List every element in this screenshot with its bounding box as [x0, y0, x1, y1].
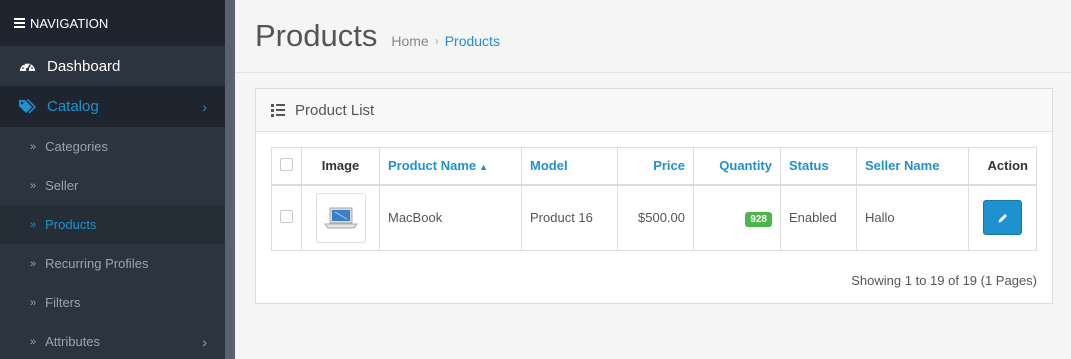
breadcrumb-home-link[interactable]: Home — [391, 33, 428, 49]
navigation-header-label: NAVIGATION — [30, 15, 109, 31]
column-header-price[interactable]: Price — [617, 147, 694, 186]
table-header-row: Image Product Name ▲ Model Price Quantity… — [271, 147, 1037, 186]
double-chevron-icon: » — [30, 257, 37, 270]
product-image-cell — [301, 184, 380, 251]
sidebar-item-label: Recurring Profiles — [45, 256, 149, 271]
chevron-right-icon: › — [202, 333, 207, 350]
sidebar-item-label: Catalog — [47, 98, 99, 115]
double-chevron-icon: » — [30, 218, 37, 231]
double-chevron-icon: » — [30, 296, 37, 309]
breadcrumb-separator-icon: › — [434, 34, 439, 48]
sidebar-item-label: Seller — [45, 178, 79, 193]
column-header-action: Action — [968, 147, 1037, 186]
sidebar-item-label: Products — [45, 217, 97, 232]
sidebar-divider — [225, 0, 235, 359]
column-header-product-name[interactable]: Product Name ▲ — [379, 147, 522, 186]
laptop-icon — [323, 207, 358, 229]
edit-button[interactable] — [983, 200, 1022, 236]
sidebar-item-recurring-profiles[interactable]: » Recurring Profiles — [0, 244, 225, 283]
select-all-checkbox[interactable] — [280, 157, 293, 171]
sidebar-item-catalog[interactable]: Catalog › — [0, 86, 225, 127]
sidebar-item-label: Categories — [45, 139, 108, 154]
chevron-right-icon: › — [202, 98, 207, 115]
breadcrumb: Home › Products — [391, 23, 500, 49]
sidebar-item-dashboard[interactable]: Dashboard — [0, 46, 225, 86]
product-name-cell: MacBook — [379, 184, 522, 251]
quantity-badge: 928 — [745, 212, 772, 228]
breadcrumb-current-link[interactable]: Products — [445, 33, 500, 49]
product-table: Image Product Name ▲ Model Price Quantity… — [271, 147, 1037, 251]
list-icon — [271, 102, 285, 119]
sort-ascending-icon: ▲ — [479, 162, 489, 173]
column-header-model[interactable]: Model — [521, 147, 618, 186]
tags-icon — [18, 98, 36, 116]
select-all-header — [271, 147, 302, 186]
panel-heading: Product List — [256, 89, 1052, 132]
double-chevron-icon: » — [30, 140, 37, 153]
sidebar-item-seller[interactable]: » Seller — [0, 166, 225, 205]
seller-name-cell: Hallo — [856, 184, 969, 251]
sidebar-item-categories[interactable]: » Categories — [0, 127, 225, 166]
model-cell: Product 16 — [521, 184, 618, 251]
sidebar-item-label: Attributes — [45, 334, 101, 349]
price-cell: $500.00 — [617, 184, 694, 251]
sidebar-item-label: Dashboard — [47, 57, 121, 75]
sidebar-item-attributes[interactable]: » Attributes › — [0, 322, 225, 359]
column-header-image: Image — [301, 147, 380, 186]
row-checkbox[interactable] — [280, 209, 293, 223]
dashboard-icon — [18, 57, 36, 75]
menu-icon — [14, 16, 25, 30]
page-title: Products — [255, 18, 378, 53]
product-list-panel: Product List Image Product Name ▲ Model P… — [255, 88, 1053, 304]
status-cell: Enabled — [780, 184, 857, 251]
sidebar: NAVIGATION Dashboard Catalog › » Categor… — [0, 0, 225, 359]
pagination-summary: Showing 1 to 19 of 19 (1 Pages) — [851, 273, 1037, 288]
table-row: MacBook Product 16 $500.00 928 Enabled H… — [271, 184, 1037, 251]
sidebar-item-label: Filters — [45, 295, 81, 310]
column-header-label: Product Name — [388, 158, 477, 174]
column-header-quantity[interactable]: Quantity — [693, 147, 781, 186]
sidebar-item-filters[interactable]: » Filters — [0, 283, 225, 322]
sidebar-item-products[interactable]: » Products — [0, 205, 225, 244]
column-header-status[interactable]: Status — [780, 147, 857, 186]
product-thumbnail[interactable] — [315, 192, 366, 243]
pencil-icon — [998, 213, 1007, 223]
navigation-header[interactable]: NAVIGATION — [0, 0, 225, 46]
page-header: Products Home › Products — [235, 0, 1071, 73]
row-select-cell — [271, 184, 302, 251]
action-cell — [968, 184, 1037, 251]
column-header-seller-name[interactable]: Seller Name — [856, 147, 969, 186]
double-chevron-icon: » — [30, 335, 37, 348]
panel-title: Product List — [295, 101, 375, 119]
main-content: Products Home › Products Product List Im… — [235, 0, 1071, 359]
quantity-cell: 928 — [693, 184, 781, 251]
double-chevron-icon: » — [30, 179, 37, 192]
